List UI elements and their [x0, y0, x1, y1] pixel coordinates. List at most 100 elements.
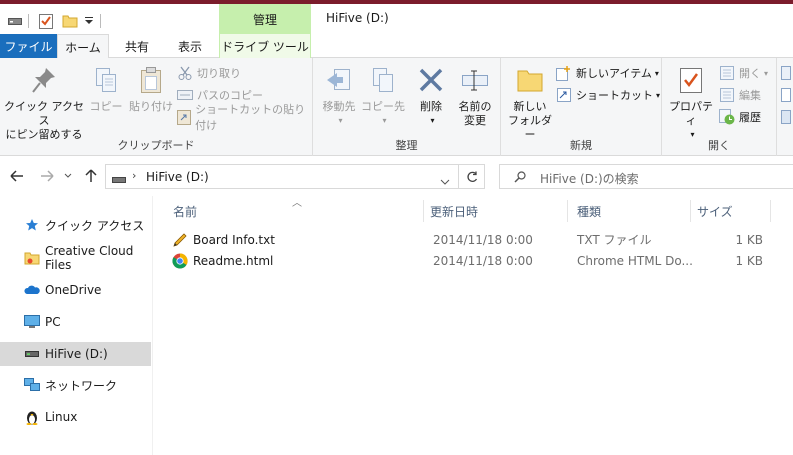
delete-label: 削除: [420, 100, 442, 113]
rename-icon: [459, 64, 491, 96]
column-divider[interactable]: [567, 200, 568, 222]
pin-label-line1: クイック アクセス: [4, 100, 84, 127]
paste-shortcut-button[interactable]: ショートカットの貼り付け: [177, 103, 312, 132]
rename-button[interactable]: 名前の 変更: [453, 64, 497, 128]
select-all-icon[interactable]: [781, 63, 791, 83]
column-divider[interactable]: [690, 200, 691, 222]
file-name: Board Info.txt: [193, 232, 275, 247]
nav-item-quick-access[interactable]: クイック アクセス: [0, 213, 151, 237]
up-arrow-icon[interactable]: [82, 167, 100, 185]
file-row[interactable]: Readme.html 2014/11/18 0:00 Chrome HTML …: [153, 250, 793, 271]
pin-quick-access-button[interactable]: クイック アクセス にピン留めする: [4, 64, 84, 142]
move-to-label: 移動先: [322, 100, 356, 113]
move-to-button[interactable]: 移動先 ▾: [317, 64, 361, 128]
cloud-icon: [24, 282, 40, 298]
paste-shortcut-label: ショートカットの貼り付け: [195, 103, 306, 132]
clipboard-icon: [135, 64, 167, 96]
column-header-type[interactable]: 種類: [577, 198, 687, 224]
properties-icon: [675, 64, 707, 96]
open-button[interactable]: 開く ▾: [719, 63, 768, 83]
tab-drive-tools[interactable]: ドライブ ツール: [219, 34, 311, 58]
nav-item-creative-cloud-files[interactable]: Creative Cloud Files: [0, 244, 151, 272]
search-input[interactable]: HiFive (D:)の検索: [499, 164, 793, 189]
column-header-date[interactable]: 更新日時: [430, 198, 570, 224]
file-size: 1 KB: [735, 253, 763, 268]
file-name: Readme.html: [193, 253, 274, 268]
customize-quick-access-icon[interactable]: [84, 13, 94, 29]
nav-label: OneDrive: [45, 283, 102, 297]
history-button[interactable]: 履歴: [719, 107, 761, 127]
rename-label-line2: 変更: [464, 114, 486, 127]
new-folder-label-line1: 新しい: [513, 100, 547, 113]
drive-icon: [112, 173, 126, 187]
copy-label: コピー: [89, 100, 123, 113]
back-arrow-icon[interactable]: [8, 167, 26, 185]
file-type: Chrome HTML Do...: [577, 253, 693, 268]
monitor-icon: [24, 314, 40, 330]
rename-label-line1: 名前の: [458, 100, 492, 113]
search-placeholder: HiFive (D:)の検索: [540, 172, 639, 186]
refresh-icon: [466, 171, 477, 182]
cut-button[interactable]: 切り取り: [177, 63, 241, 83]
file-type: TXT ファイル: [577, 233, 652, 247]
nav-item-onedrive[interactable]: OneDrive: [0, 278, 151, 302]
edit-button[interactable]: 編集: [719, 85, 761, 105]
column-header-size[interactable]: サイズ: [697, 198, 767, 224]
copy-to-button[interactable]: コピー先 ▾: [361, 64, 405, 128]
address-bar[interactable]: › HiFive (D:): [105, 164, 459, 189]
recent-locations-chevron-icon[interactable]: [62, 167, 74, 185]
file-date: 2014/11/18 0:00: [433, 253, 533, 268]
tab-file[interactable]: ファイル: [0, 34, 57, 58]
forward-arrow-icon[interactable]: [38, 167, 56, 185]
penguin-icon: [24, 409, 40, 425]
new-folder-button[interactable]: 新しい フォルダー: [505, 64, 555, 142]
network-icon: [24, 377, 40, 393]
address-path: HiFive (D:): [146, 170, 209, 184]
properties-quick-icon[interactable]: [38, 13, 54, 29]
column-divider[interactable]: [423, 200, 424, 222]
paste-label: 貼り付け: [129, 100, 173, 113]
nav-item-network[interactable]: ネットワーク: [0, 373, 151, 397]
cut-label: 切り取り: [197, 67, 241, 80]
separator: [28, 14, 29, 28]
nav-item-hifive-drive[interactable]: HiFive (D:): [0, 342, 151, 366]
file-row[interactable]: Board Info.txt 2014/11/18 0:00 TXT ファイル …: [153, 229, 793, 250]
text-file-icon: [172, 229, 188, 250]
chevron-down-icon: ▾: [654, 68, 659, 78]
folder-icon: [514, 64, 546, 96]
new-item-button[interactable]: 新しいアイテム ▾: [556, 63, 659, 83]
copy-icon: [90, 64, 122, 96]
paste-button[interactable]: 貼り付け: [128, 64, 174, 114]
tab-view[interactable]: 表示: [166, 34, 214, 58]
history-label: 履歴: [739, 111, 761, 124]
properties-button[interactable]: プロパティ ▾: [666, 64, 716, 142]
invert-selection-icon[interactable]: [781, 107, 791, 127]
separator: [100, 14, 101, 28]
delete-button[interactable]: 削除 ▾: [411, 64, 451, 128]
copy-button[interactable]: コピー: [86, 64, 126, 114]
tab-home[interactable]: ホーム: [57, 34, 109, 59]
tab-share[interactable]: 共有: [112, 34, 162, 58]
nav-item-linux[interactable]: Linux: [0, 405, 151, 429]
history-icon: [719, 109, 735, 125]
refresh-button[interactable]: [459, 164, 485, 189]
nav-label: クイック アクセス: [45, 218, 145, 233]
chevron-down-icon: ▾: [338, 116, 343, 125]
chrome-icon: [172, 250, 188, 271]
copy-path-icon: [177, 87, 193, 103]
edit-icon: [719, 87, 735, 103]
easy-access-button[interactable]: ショートカット ▾: [556, 85, 660, 105]
new-folder-quick-icon[interactable]: [62, 13, 78, 29]
open-group-label: 開く: [708, 139, 730, 152]
address-dropdown-chevron-icon[interactable]: [440, 174, 450, 188]
column-divider[interactable]: [770, 200, 771, 222]
clipboard-group-label: クリップボード: [117, 139, 195, 152]
copy-to-icon: [367, 64, 399, 96]
nav-label: ネットワーク: [45, 378, 118, 393]
column-header-name[interactable]: 名前: [173, 198, 423, 224]
breadcrumb-chevron-icon[interactable]: ›: [132, 169, 136, 182]
drive-icon: [8, 13, 22, 29]
open-icon: [719, 65, 735, 81]
nav-item-pc[interactable]: PC: [0, 310, 151, 334]
select-none-icon[interactable]: [781, 85, 791, 105]
